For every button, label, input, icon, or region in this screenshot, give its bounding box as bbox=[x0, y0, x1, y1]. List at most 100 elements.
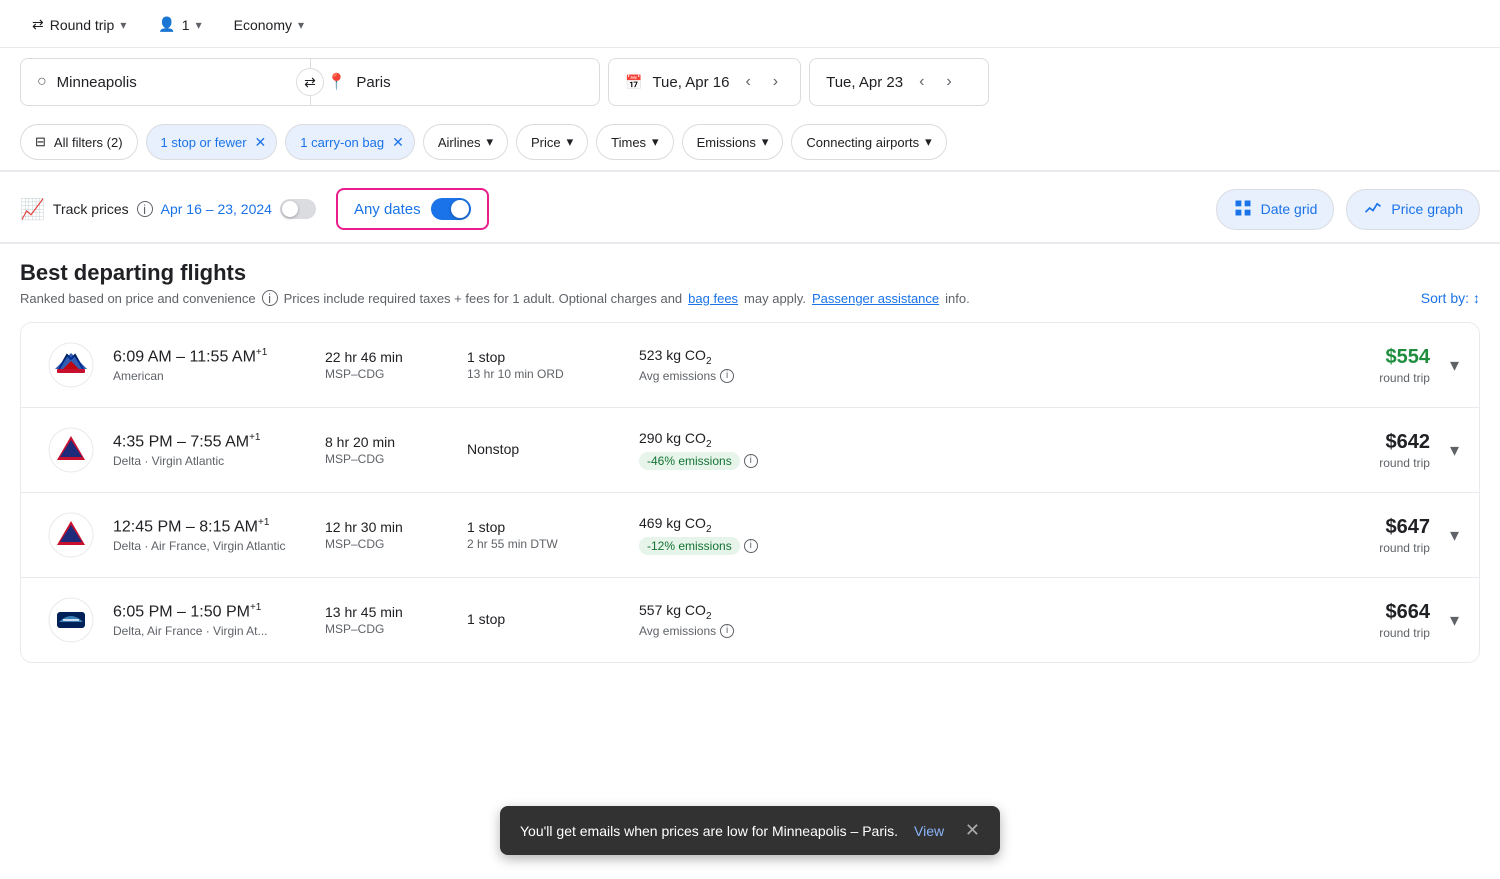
price-graph-button[interactable]: Price graph bbox=[1346, 189, 1480, 230]
sort-icon: ↕ bbox=[1473, 290, 1480, 306]
emissions-info-icon: i bbox=[744, 454, 758, 468]
info-text: info. bbox=[945, 291, 970, 306]
search-row: ○ Minneapolis ⇄ 📍 Paris 📅 Tue, Apr 16 ‹ … bbox=[0, 48, 1500, 116]
price-filter-label: Price bbox=[531, 135, 561, 150]
flight-duration: 22 hr 46 min MSP–CDG bbox=[325, 349, 455, 381]
flight-times: 4:35 PM – 7:55 AM+1 Delta · Virgin Atlan… bbox=[113, 432, 313, 467]
origin-value: Minneapolis bbox=[57, 74, 137, 91]
stop-filter-chip[interactable]: 1 stop or fewer ✕ bbox=[146, 124, 278, 160]
price-label: round trip bbox=[1290, 626, 1430, 640]
swap-button[interactable]: ⇄ bbox=[296, 68, 324, 96]
any-dates-toggle[interactable] bbox=[431, 198, 471, 220]
origin-circle-icon: ○ bbox=[37, 73, 47, 91]
price-graph-label: Price graph bbox=[1391, 201, 1463, 217]
sort-by-label: Sort by: bbox=[1421, 290, 1469, 306]
price-amount: $642 bbox=[1290, 431, 1430, 454]
connecting-airports-filter-button[interactable]: Connecting airports ▾ bbox=[791, 124, 946, 160]
passenger-assistance-link[interactable]: Passenger assistance bbox=[812, 291, 939, 306]
return-next-button[interactable]: › bbox=[940, 69, 957, 95]
flight-row[interactable]: 6:09 AM – 11:55 AM+1 American 22 hr 46 m… bbox=[21, 323, 1479, 408]
flight-price: $647 round trip bbox=[1290, 516, 1430, 555]
expand-flight-button[interactable]: ▾ bbox=[1450, 440, 1459, 461]
emissions-filter-button[interactable]: Emissions ▾ bbox=[682, 124, 784, 160]
flight-row[interactable]: 12:45 PM – 8:15 AM+1 Delta · Air France,… bbox=[21, 493, 1479, 578]
cabin-class-button[interactable]: Economy ▾ bbox=[222, 11, 316, 39]
emissions-chevron-icon: ▾ bbox=[762, 134, 769, 150]
flight-emissions: 290 kg CO2 -46% emissions i bbox=[639, 430, 839, 470]
flight-duration: 13 hr 45 min MSP–CDG bbox=[325, 604, 455, 636]
origin-input[interactable]: ○ Minneapolis bbox=[21, 59, 311, 105]
price-amount: $647 bbox=[1290, 516, 1430, 539]
toast-close-button[interactable]: ✕ bbox=[965, 820, 980, 841]
track-prices-toggle[interactable] bbox=[280, 199, 316, 219]
bag-filter-remove-button[interactable]: ✕ bbox=[392, 134, 404, 151]
grid-icon bbox=[1233, 198, 1253, 221]
chart-icon bbox=[1363, 198, 1383, 221]
price-label: round trip bbox=[1290, 541, 1430, 555]
departure-arrival-time: 6:09 AM – 11:55 AM+1 bbox=[113, 347, 313, 366]
toast-view-button[interactable]: View bbox=[914, 823, 944, 839]
flight-row[interactable]: 6:05 PM – 1:50 PM+1 Delta, Air France · … bbox=[21, 578, 1479, 662]
results-subtitle: Ranked based on price and convenience i … bbox=[20, 290, 970, 306]
sort-by-button[interactable]: Sort by: ↕ bbox=[1421, 290, 1480, 306]
cabin-class-label: Economy bbox=[234, 17, 292, 33]
flight-price: $664 round trip bbox=[1290, 601, 1430, 640]
flight-stops: 1 stop bbox=[467, 611, 627, 629]
flight-emissions: 469 kg CO2 -12% emissions i bbox=[639, 515, 839, 555]
any-dates-toggle-box[interactable]: Any dates bbox=[336, 188, 489, 230]
track-prices-row: 📈 Track prices i Apr 16 – 23, 2024 Any d… bbox=[0, 172, 1500, 243]
price-filter-button[interactable]: Price ▾ bbox=[516, 124, 588, 160]
emissions-badge: -12% emissions bbox=[639, 537, 740, 555]
emissions-filter-label: Emissions bbox=[697, 135, 756, 150]
times-filter-button[interactable]: Times ▾ bbox=[596, 124, 673, 160]
dest-pin-icon: 📍 bbox=[327, 72, 347, 92]
bag-fees-link[interactable]: bag fees bbox=[688, 291, 738, 306]
flight-price: $642 round trip bbox=[1290, 431, 1430, 470]
flight-emissions: 557 kg CO2 Avg emissions i bbox=[639, 602, 839, 638]
airline-logo bbox=[41, 511, 101, 559]
price-amount: $554 bbox=[1290, 346, 1430, 369]
passengers-button[interactable]: 👤 1 ▾ bbox=[146, 10, 213, 39]
flight-times: 6:05 PM – 1:50 PM+1 Delta, Air France · … bbox=[113, 602, 313, 637]
emissions-info-icon: i bbox=[720, 624, 734, 638]
airlines-filter-label: Airlines bbox=[438, 135, 481, 150]
trip-type-label: Round trip bbox=[50, 17, 115, 33]
flight-stops: Nonstop bbox=[467, 441, 627, 459]
expand-flight-button[interactable]: ▾ bbox=[1450, 355, 1459, 376]
all-filters-button[interactable]: ⊟ All filters (2) bbox=[20, 124, 138, 160]
passengers-count: 1 bbox=[182, 17, 190, 33]
destination-input[interactable]: 📍 Paris bbox=[311, 59, 600, 105]
flight-emissions: 523 kg CO2 Avg emissions i bbox=[639, 347, 839, 383]
stop-filter-label: 1 stop or fewer bbox=[161, 135, 247, 150]
flight-row[interactable]: 4:35 PM – 7:55 AM+1 Delta · Virgin Atlan… bbox=[21, 408, 1479, 493]
bag-filter-label: 1 carry-on bag bbox=[300, 135, 384, 150]
trip-type-button[interactable]: ⇄ Round trip ▾ bbox=[20, 10, 138, 39]
emissions-info-icon: i bbox=[720, 369, 734, 383]
return-prev-button[interactable]: ‹ bbox=[913, 69, 930, 95]
airline-name: Delta, Air France · Virgin At... bbox=[113, 624, 313, 638]
departure-arrival-time: 6:05 PM – 1:50 PM+1 bbox=[113, 602, 313, 621]
expand-flight-button[interactable]: ▾ bbox=[1450, 610, 1459, 631]
passengers-chevron-icon: ▾ bbox=[196, 18, 202, 32]
departure-arrival-time: 12:45 PM – 8:15 AM+1 bbox=[113, 517, 313, 536]
destination-value: Paris bbox=[356, 74, 390, 91]
stop-filter-remove-button[interactable]: ✕ bbox=[255, 134, 267, 151]
track-date-range: Apr 16 – 23, 2024 bbox=[161, 201, 272, 217]
airline-name: Delta · Air France, Virgin Atlantic bbox=[113, 539, 313, 553]
price-amount: $664 bbox=[1290, 601, 1430, 624]
depart-prev-button[interactable]: ‹ bbox=[739, 69, 756, 95]
connecting-airports-filter-label: Connecting airports bbox=[806, 135, 919, 150]
connecting-airports-chevron-icon: ▾ bbox=[925, 134, 932, 150]
expand-flight-button[interactable]: ▾ bbox=[1450, 525, 1459, 546]
subtitle-info-icon: i bbox=[262, 290, 278, 306]
depart-date-picker[interactable]: 📅 Tue, Apr 16 ‹ › bbox=[608, 58, 801, 106]
return-date-value: Tue, Apr 23 bbox=[826, 74, 903, 91]
bag-filter-chip[interactable]: 1 carry-on bag ✕ bbox=[285, 124, 415, 160]
prices-note: Prices include required taxes + fees for… bbox=[284, 291, 683, 306]
airlines-filter-button[interactable]: Airlines ▾ bbox=[423, 124, 508, 160]
depart-next-button[interactable]: › bbox=[767, 69, 784, 95]
date-grid-button[interactable]: Date grid bbox=[1216, 189, 1335, 230]
all-filters-label: All filters (2) bbox=[54, 135, 123, 150]
flight-stops: 1 stop 2 hr 55 min DTW bbox=[467, 519, 627, 551]
return-date-picker[interactable]: Tue, Apr 23 ‹ › bbox=[809, 58, 989, 106]
